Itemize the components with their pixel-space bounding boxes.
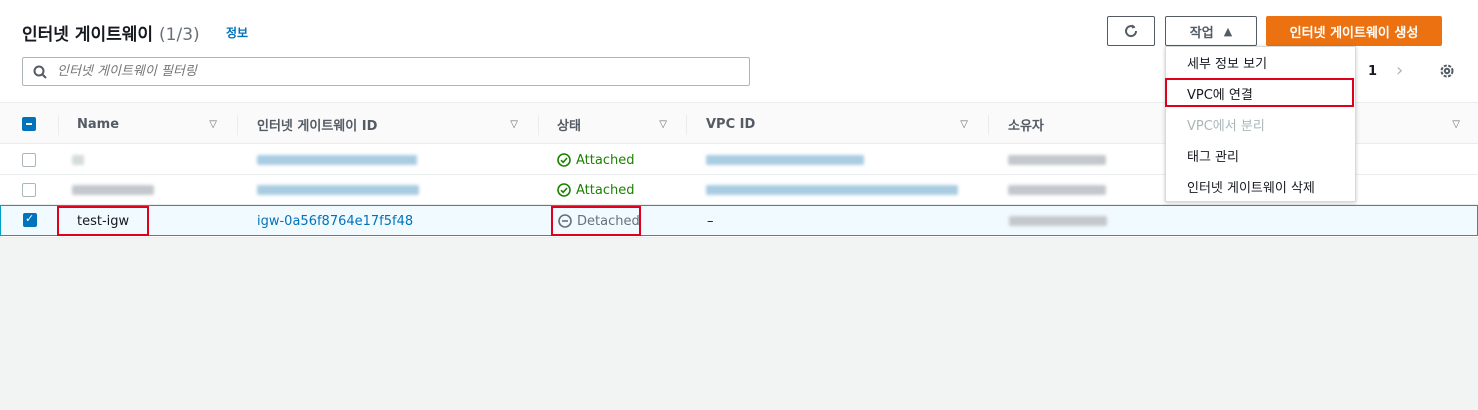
igw-id-cell[interactable]: igw-0a56f8764e17f5f48 [257, 206, 413, 236]
row-checkbox[interactable] [23, 212, 37, 227]
column-separator [538, 115, 539, 135]
row-checkbox[interactable] [22, 153, 36, 167]
caret-up-icon: ▲ [1223, 24, 1233, 38]
current-page[interactable]: 1 [1368, 64, 1377, 79]
redacted-name [72, 155, 84, 165]
column-igw-id-label: 인터넷 게이트웨이 ID [257, 118, 378, 134]
actions-menu: 세부 정보 보기 VPC에 연결 VPC에서 분리 태그 관리 인터넷 게이트웨… [1165, 46, 1356, 202]
menu-item-detach-vpc: VPC에서 분리 [1187, 119, 1265, 134]
info-link[interactable]: 정보 [226, 24, 248, 41]
check-circle-icon [557, 153, 571, 167]
search-box[interactable] [22, 57, 750, 86]
refresh-icon [1125, 24, 1138, 38]
sort-icon[interactable]: ▽ [960, 119, 968, 130]
column-status-label: 상태 [557, 118, 581, 134]
owner-cell [1008, 175, 1106, 205]
igw-id-link[interactable]: igw-0a56f8764e17f5f48 [257, 214, 413, 229]
column-separator [686, 115, 687, 135]
column-separator [988, 115, 989, 135]
name-cell [72, 175, 154, 205]
column-header-name[interactable]: Name ▽ [77, 103, 217, 145]
page-title-text: 인터넷 게이트웨이 [22, 25, 154, 45]
redacted-owner [1008, 155, 1106, 165]
column-header-vpc-id[interactable]: VPC ID ▽ [706, 103, 968, 145]
redacted-name [72, 185, 154, 195]
column-owner-label: 소유자 [1008, 118, 1044, 134]
redacted-igw-id[interactable] [257, 155, 417, 165]
sort-icon[interactable]: ▽ [659, 119, 667, 130]
column-separator [237, 115, 238, 135]
row-checkbox[interactable] [22, 183, 36, 197]
page-title: 인터넷 게이트웨이 (1/3) [22, 20, 200, 45]
select-all-checkbox[interactable] [22, 117, 36, 131]
menu-item-delete-igw[interactable]: 인터넷 게이트웨이 삭제 [1166, 171, 1355, 202]
redacted-igw-id[interactable] [257, 185, 419, 195]
create-internet-gateway-button[interactable]: 인터넷 게이트웨이 생성 [1266, 16, 1442, 46]
gear-icon[interactable] [1438, 62, 1456, 80]
status-cell: Attached [557, 145, 634, 175]
selection-count: (1/3) [159, 25, 200, 45]
sort-icon[interactable]: ▽ [209, 119, 217, 130]
owner-cell [1009, 206, 1107, 236]
status-cell: Attached [557, 175, 634, 205]
main-panel: 인터넷 게이트웨이(1/3) 정보 작업 ▲ 인터넷 게이트웨이 생성 1 › [0, 0, 1478, 410]
search-icon [33, 65, 47, 79]
highlight-attach-vpc [1165, 78, 1354, 107]
sort-icon[interactable]: ▽ [1452, 119, 1460, 130]
highlight-status [551, 206, 641, 236]
igw-id-cell[interactable] [257, 175, 419, 205]
actions-button[interactable]: 작업 ▲ [1165, 16, 1257, 46]
menu-item-view-details[interactable]: 세부 정보 보기 [1166, 47, 1355, 78]
redacted-owner [1008, 185, 1106, 195]
sort-icon[interactable]: ▽ [510, 119, 518, 130]
column-vpc-id-label: VPC ID [706, 116, 756, 132]
vpc-id-cell: – [707, 206, 714, 236]
vpc-id-cell[interactable] [706, 145, 864, 175]
status-text: Attached [576, 182, 635, 198]
column-name-label: Name [77, 116, 120, 132]
column-header-igw-id[interactable]: 인터넷 게이트웨이 ID ▽ [257, 103, 518, 145]
column-header-status[interactable]: 상태 ▽ [557, 103, 667, 145]
owner-cell [1008, 145, 1106, 175]
column-separator [58, 115, 59, 135]
table-row-selected[interactable]: test-igw igw-0a56f8764e17f5f48 Detached … [0, 205, 1478, 236]
search-input[interactable] [57, 64, 657, 79]
highlight-name [57, 206, 149, 236]
igw-id-cell[interactable] [257, 145, 417, 175]
status-text: Attached [576, 152, 635, 168]
check-circle-icon [557, 183, 571, 197]
name-cell [72, 145, 84, 175]
vpc-id-text: – [707, 213, 714, 229]
chevron-right-icon[interactable]: › [1396, 60, 1403, 81]
menu-item-manage-tags[interactable]: 태그 관리 [1166, 140, 1355, 171]
redacted-vpc-id[interactable] [706, 185, 958, 195]
redacted-owner [1009, 216, 1107, 226]
actions-button-label: 작업 [1189, 25, 1214, 41]
redacted-vpc-id[interactable] [706, 155, 864, 165]
refresh-button[interactable] [1107, 16, 1155, 46]
vpc-id-cell[interactable] [706, 175, 958, 205]
